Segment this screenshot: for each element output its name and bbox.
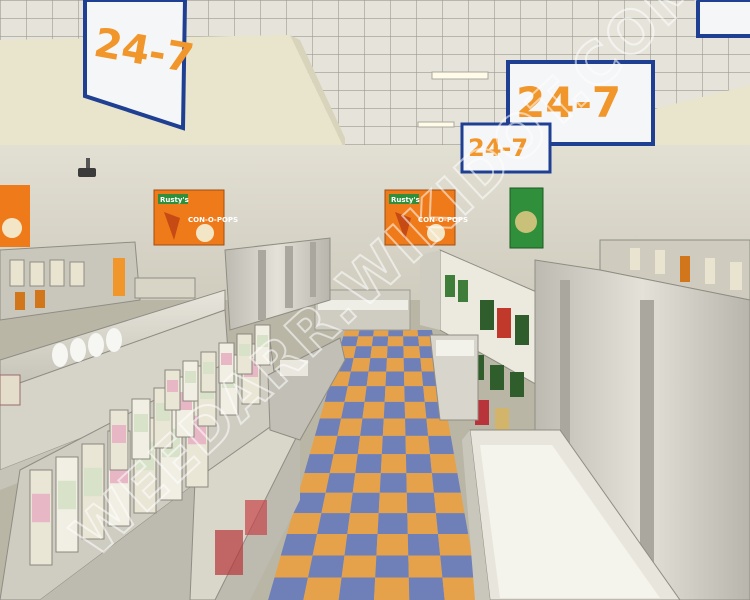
floor-tile: [357, 435, 383, 455]
floor-tile: [406, 492, 436, 514]
floor-tile: [426, 418, 451, 436]
floor-tile: [406, 473, 434, 493]
floor-tile: [321, 492, 353, 514]
floor-tile: [403, 346, 421, 359]
floor-tile: [433, 492, 465, 514]
floor-tile: [341, 401, 365, 419]
ceiling-light: [431, 71, 489, 80]
floor-tile: [356, 336, 374, 347]
floor-tile: [407, 533, 441, 556]
cereal-box-label: [134, 414, 148, 432]
cereal-box-label: [112, 425, 126, 443]
floor-tile: [404, 401, 427, 419]
floor-tile: [280, 533, 318, 556]
floor-tile: [435, 513, 469, 534]
floor-tile: [374, 577, 410, 600]
floor-tile: [274, 555, 313, 578]
floor-tile: [408, 577, 445, 600]
floor-tile: [368, 358, 387, 372]
floor-tile: [375, 555, 409, 578]
cereal-box-label: [58, 480, 76, 510]
floor-tile: [377, 513, 408, 534]
floor-tile: [370, 346, 388, 359]
floor-tile: [405, 454, 432, 474]
floor-tile: [371, 336, 389, 347]
floor-tile: [286, 513, 322, 534]
floor-tile: [373, 330, 389, 337]
floor-tile: [386, 358, 404, 372]
floor-tile: [383, 401, 406, 419]
floor-tile: [352, 473, 381, 493]
floor-tile: [308, 555, 345, 578]
poster-brand-text: Rusty's: [160, 196, 189, 204]
floor-tile: [440, 555, 476, 578]
floor-tile: [381, 435, 406, 455]
floor-tile: [329, 454, 358, 474]
poster-product-text: CON-O-POPS: [188, 216, 238, 224]
floor-tile: [366, 371, 387, 387]
cereal-box-label: [185, 371, 196, 383]
floor-tile: [378, 492, 408, 514]
floor-tile: [347, 513, 379, 534]
cereal-box-label: [32, 493, 50, 523]
floor-tile: [350, 492, 380, 514]
floor-tile: [344, 533, 378, 556]
poster-green-right: [509, 187, 544, 249]
floor-tile: [403, 336, 420, 347]
floor-tile: [431, 473, 461, 493]
floor-tile: [364, 386, 386, 402]
floor-tile: [404, 386, 425, 402]
floor-tile: [341, 555, 377, 578]
floor-tile: [347, 371, 369, 387]
floor-tile: [317, 513, 351, 534]
store-scene: Rusty's CON-O-POPS Rusty's CON-O-POPS 24…: [0, 0, 750, 600]
floor-tile: [386, 346, 404, 359]
floor-tile: [403, 330, 419, 337]
floor-tile: [338, 577, 376, 600]
poster-left-wall: [0, 185, 30, 247]
floor-tile: [403, 371, 424, 387]
cereal-box-label: [203, 362, 214, 374]
floor-tile: [380, 454, 407, 474]
floor-tile: [382, 418, 406, 436]
floor-tile: [268, 577, 309, 600]
floor-tile: [407, 513, 439, 534]
floor-tile: [385, 371, 405, 387]
floor-tile: [405, 418, 429, 436]
floor-tile: [428, 435, 455, 455]
floor-tile: [337, 418, 363, 436]
floor-tile: [312, 533, 348, 556]
floor-tile: [376, 533, 409, 556]
floor-tile: [403, 358, 422, 372]
floor-tile: [405, 435, 430, 455]
floor-tile: [387, 336, 404, 347]
floor-tile: [362, 401, 385, 419]
floor-tile: [438, 533, 473, 556]
floor-tile: [333, 435, 361, 455]
floor-tile: [353, 346, 372, 359]
floor-tile: [360, 418, 384, 436]
floor-tile: [408, 555, 443, 578]
floor-tile: [350, 358, 371, 372]
floor-tile: [379, 473, 407, 493]
floor-tile: [344, 386, 367, 402]
floor-tile: [384, 386, 405, 402]
cereal-box-label: [167, 380, 178, 392]
floor-tile: [388, 330, 404, 337]
floor-tile: [325, 473, 356, 493]
floor-tile: [303, 577, 342, 600]
floor-tile: [429, 454, 458, 474]
game-viewport: Rusty's CON-O-POPS Rusty's CON-O-POPS 24…: [0, 0, 750, 600]
floor-tile: [355, 454, 382, 474]
